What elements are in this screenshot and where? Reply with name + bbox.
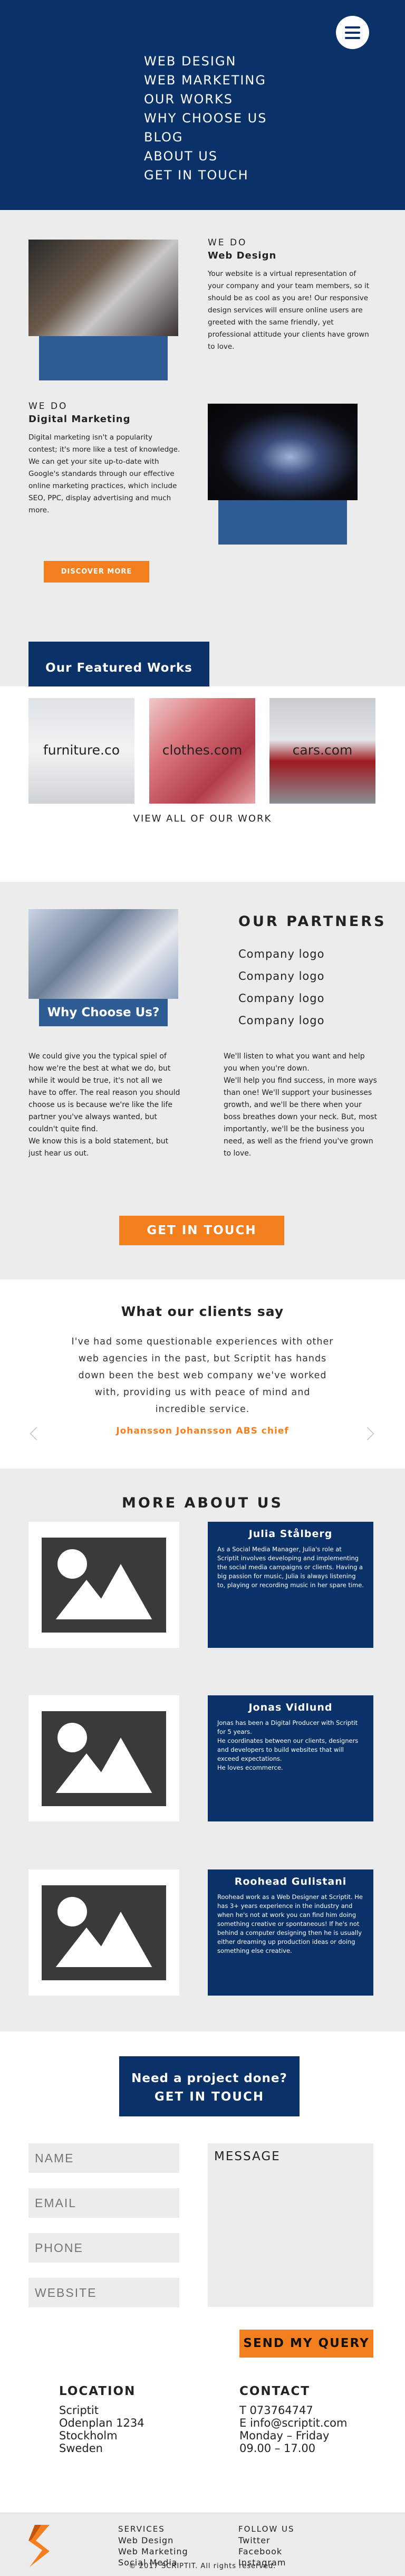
footer-services: SERVICES Web Design Web Marketing Social… xyxy=(118,2524,188,2568)
send-query-button[interactable]: SEND MY QUERY xyxy=(239,2330,373,2358)
why-text-right: We'll listen to what you want and help y… xyxy=(224,1052,377,1158)
team-bio: Jonas has been a Digital Producer with S… xyxy=(217,1719,359,1771)
partner-logo: Company logo xyxy=(238,970,325,982)
work-tile-furniture[interactable]: furniture.co xyxy=(28,698,134,804)
team-bio: As a Social Media Manager, Julia's role … xyxy=(217,1545,364,1589)
work-tile-clothes[interactable]: clothes.com xyxy=(149,698,255,804)
footer-follow: FOLLOW US Twitter Facebook Instagram xyxy=(238,2524,295,2568)
footer-link[interactable]: Web Marketing xyxy=(118,2546,188,2557)
team-name: Julia Stålberg xyxy=(248,1528,333,1540)
image-placeholder-icon xyxy=(28,1522,179,1648)
partner-logo: Company logo xyxy=(238,1014,325,1027)
team-card-jonas: Jonas Vidlund Jonas has been a Digital P… xyxy=(208,1695,373,1821)
view-all-work-link[interactable]: VIEW ALL OF OUR WORK xyxy=(0,813,405,824)
image-placeholder-icon xyxy=(28,1869,179,1996)
contact-phone[interactable]: T 073764747 xyxy=(239,2404,347,2417)
nav-item-get-in-touch[interactable]: GET IN TOUCH xyxy=(144,166,267,185)
web-design-image xyxy=(28,240,178,380)
name-field[interactable] xyxy=(28,2143,179,2173)
message-field[interactable]: MESSAGE xyxy=(208,2143,373,2307)
work-label-furniture: furniture.co xyxy=(43,742,120,758)
nav-item-web-marketing[interactable]: WEB MARKETING xyxy=(144,71,267,90)
phone-field[interactable] xyxy=(28,2233,179,2263)
location-title: LOCATION xyxy=(59,2384,136,2398)
why-section: Why Choose Us? OUR PARTNERS Company logo… xyxy=(0,882,405,1280)
client-author: Johansson Johansson ABS chief xyxy=(116,1426,289,1436)
partners-title: OUR PARTNERS xyxy=(238,913,387,930)
about-section: MORE ABOUT US Julia Stålberg As a Social… xyxy=(0,1468,405,2031)
location-line: Scriptit xyxy=(59,2404,99,2417)
work-label-cars: cars.com xyxy=(292,742,353,758)
digital-marketing-kicker: WE DO xyxy=(28,401,68,412)
scriptit-logo[interactable] xyxy=(25,2525,55,2567)
footer-services-title: SERVICES xyxy=(118,2524,165,2534)
contact-hours: Monday – Friday xyxy=(239,2429,330,2442)
why-text-left: We could give you the typical spiel of h… xyxy=(28,1052,180,1158)
nav-item-blog[interactable]: BLOG xyxy=(144,128,267,147)
partners-list: Company logo Company logo Company logo C… xyxy=(238,948,324,1036)
location-block: LOCATION Scriptit Odenplan 1234 Stockhol… xyxy=(59,2385,144,2455)
about-title: MORE ABOUT US xyxy=(122,1495,283,1511)
email-field[interactable] xyxy=(28,2188,179,2218)
need-project-text: Need a project done? xyxy=(131,2072,287,2085)
contact-email[interactable]: E info@scriptit.com xyxy=(239,2417,347,2429)
contact-title: CONTACT xyxy=(239,2384,310,2398)
team-card-roohead: Roohead Gulistani Roohead work as a Web … xyxy=(208,1869,373,1996)
site-footer: SERVICES Web Design Web Marketing Social… xyxy=(0,2513,405,2576)
nav-item-our-works[interactable]: OUR WORKS xyxy=(144,90,267,109)
team-bio: Roohead work as a Web Designer at Script… xyxy=(217,1893,363,1954)
contact-get-in-touch: GET IN TOUCH xyxy=(154,2090,265,2104)
main-nav: WEB DESIGN WEB MARKETING OUR WORKS WHY C… xyxy=(144,52,267,185)
team-card-julia: Julia Stålberg As a Social Media Manager… xyxy=(208,1522,373,1648)
partner-logo: Company logo xyxy=(238,992,325,1005)
menu-icon[interactable] xyxy=(336,16,369,49)
location-line: Stockholm xyxy=(59,2429,118,2442)
contact-block: CONTACT T 073764747 E info@scriptit.com … xyxy=(239,2385,347,2455)
location-line: Odenplan 1234 xyxy=(59,2417,144,2429)
copyright: © 2017 SCRIPTIT. All rights reserved. xyxy=(129,2562,276,2570)
web-design-title: Web Design xyxy=(208,250,277,261)
contact-hours: 09.00 – 17.00 xyxy=(239,2442,316,2455)
web-design-text: Your website is a virtual representation… xyxy=(208,270,370,351)
client-quote: I've had some questionable experiences w… xyxy=(71,1337,334,1415)
nav-item-web-design[interactable]: WEB DESIGN xyxy=(144,52,267,71)
work-tile-cars[interactable]: cars.com xyxy=(269,698,375,804)
footer-link[interactable]: Twitter xyxy=(238,2535,295,2546)
website-field[interactable] xyxy=(28,2278,179,2307)
location-line: Sweden xyxy=(59,2442,103,2455)
nav-item-about-us[interactable]: ABOUT US xyxy=(144,147,267,166)
discover-more-button[interactable]: DISCOVER MORE xyxy=(44,561,149,583)
contact-section: Need a project done? GET IN TOUCH MESSAG… xyxy=(0,2031,405,2513)
clients-title: What our clients say xyxy=(121,1304,284,1319)
get-in-touch-button[interactable]: GET IN TOUCH xyxy=(119,1216,284,1245)
footer-link[interactable]: Facebook xyxy=(238,2546,295,2557)
work-label-clothes: clothes.com xyxy=(162,742,243,758)
why-image: Why Choose Us? xyxy=(28,909,178,1026)
services-section: WE DO Web Design Your website is a virtu… xyxy=(0,210,405,694)
clients-section: What our clients say I've had some quest… xyxy=(0,1280,405,1468)
need-project-box[interactable]: Need a project done? GET IN TOUCH xyxy=(119,2056,300,2116)
web-design-kicker: WE DO xyxy=(208,237,247,248)
digital-marketing-text: Digital marketing isn't a popularity con… xyxy=(28,433,180,514)
partner-logo: Company logo xyxy=(238,948,325,960)
image-placeholder-icon xyxy=(28,1695,179,1821)
digital-marketing-image xyxy=(208,404,358,545)
web-design-block: WE DO Web Design Your website is a virtu… xyxy=(208,236,372,353)
site-header: WEB DESIGN WEB MARKETING OUR WORKS WHY C… xyxy=(0,0,405,210)
team-name: Roohead Gulistani xyxy=(234,1876,347,1887)
footer-follow-title: FOLLOW US xyxy=(238,2524,295,2534)
why-choose-us-button[interactable]: Why Choose Us? xyxy=(39,999,168,1026)
digital-marketing-block: WE DO Digital Marketing Digital marketin… xyxy=(28,400,181,517)
works-section: furniture.co clothes.com cars.com VIEW A… xyxy=(0,686,405,882)
footer-link[interactable]: Web Design xyxy=(118,2535,188,2546)
team-name: Jonas Vidlund xyxy=(248,1702,333,1713)
digital-marketing-title: Digital Marketing xyxy=(28,414,131,425)
nav-item-why-choose-us[interactable]: WHY CHOOSE US xyxy=(144,109,267,128)
